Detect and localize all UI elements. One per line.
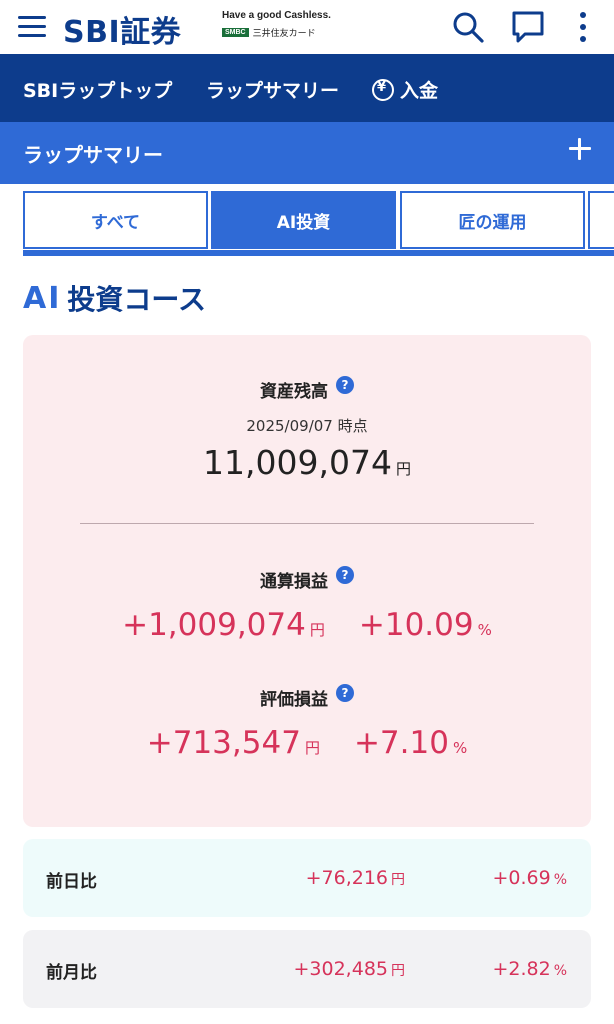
- smbc-logo: SMBC: [222, 28, 249, 37]
- valuation-pl-percent: +7.10: [353, 725, 449, 761]
- balance-unit: 円: [395, 460, 411, 478]
- valuation-pl-percent-unit: %: [452, 739, 468, 757]
- chat-icon[interactable]: [511, 10, 545, 44]
- menu-icon[interactable]: [18, 14, 46, 40]
- day-change-label: 前日比: [46, 872, 97, 892]
- balance-date: 2025/09/07 時点: [246, 417, 368, 435]
- cumulative-pl-label: 通算損益 ?: [260, 565, 354, 592]
- card-name: 三井住友カード: [252, 29, 316, 39]
- balance-amount: 11,009,074: [203, 443, 392, 482]
- month-change-percent-unit: %: [553, 963, 567, 979]
- month-change-label: 前月比: [46, 963, 97, 983]
- divider: [80, 523, 534, 524]
- month-change-unit: 円: [391, 963, 405, 979]
- summary-accordion-header[interactable]: ラップサマリー: [0, 122, 614, 184]
- cumulative-pl-percent: +10.09: [358, 607, 474, 643]
- tagline: Have a good Cashless.: [222, 10, 331, 21]
- summary-title: ラップサマリー: [23, 143, 163, 167]
- cumulative-pl-unit: 円: [309, 621, 325, 639]
- tab-more-partial[interactable]: [588, 191, 614, 249]
- balance-label: 資産残高 ?: [260, 375, 354, 402]
- cumulative-pl-amount: +1,009,074: [122, 607, 306, 643]
- nav-deposit[interactable]: 入金: [372, 76, 438, 103]
- valuation-pl-unit: 円: [304, 739, 320, 757]
- tab-takumi[interactable]: 匠の運用: [400, 191, 585, 249]
- month-change-amount: +302,485: [293, 958, 389, 980]
- tab-all[interactable]: すべて: [23, 191, 208, 249]
- cumulative-pl-percent-unit: %: [477, 621, 492, 639]
- top-navigation: SBIラップトップ ラップサマリー 入金: [0, 54, 614, 122]
- valuation-pl-label-text: 評価損益: [260, 690, 328, 710]
- cumulative-pl-label-text: 通算損益: [260, 572, 328, 592]
- tab-ai-investment[interactable]: AI投資: [211, 191, 396, 249]
- course-heading: AI 投資コース: [23, 278, 206, 318]
- nav-sbi-wrap-top[interactable]: SBIラップトップ: [23, 76, 172, 103]
- help-icon[interactable]: ?: [336, 565, 354, 584]
- day-change-percent-unit: %: [553, 872, 567, 888]
- day-change-unit: 円: [391, 872, 405, 888]
- balance-amount-row: 11,009,074 円: [23, 443, 591, 482]
- tab-underline: [23, 250, 614, 256]
- valuation-pl-row: +713,547 円 +7.10%: [23, 725, 591, 761]
- yen-coin-icon: [372, 78, 394, 101]
- balance-label-text: 資産残高: [260, 382, 328, 402]
- day-change-row: 前日比 +76,216 円 +0.69%: [23, 839, 591, 917]
- card-badge: SMBC 三井住友カード: [222, 26, 316, 39]
- nav-deposit-label: 入金: [400, 80, 439, 102]
- search-icon[interactable]: [451, 10, 485, 44]
- nav-wrap-summary[interactable]: ラップサマリー: [206, 76, 339, 103]
- course-tabs: すべて AI投資 匠の運用: [0, 191, 614, 257]
- valuation-pl-amount: +713,547: [146, 725, 301, 761]
- month-change-percent: +2.82: [492, 958, 551, 980]
- cumulative-pl-row: +1,009,074 円 +10.09%: [23, 607, 591, 643]
- expand-plus-icon[interactable]: [566, 135, 594, 163]
- month-change-row: 前月比 +302,485 円 +2.82%: [23, 930, 591, 1008]
- more-vertical-icon[interactable]: [566, 10, 596, 44]
- course-name: 投資コース: [67, 283, 206, 316]
- asset-summary-card: 資産残高 ? 2025/09/07 時点 11,009,074 円 通算損益 ? …: [23, 335, 591, 827]
- valuation-pl-label: 評価損益 ?: [260, 683, 354, 710]
- help-icon[interactable]: ?: [336, 683, 354, 702]
- day-change-percent: +0.69: [492, 867, 551, 889]
- sbi-logo[interactable]: SBI証券: [63, 7, 181, 51]
- day-change-amount: +76,216: [305, 867, 388, 889]
- app-header: SBI証券 Have a good Cashless. SMBC 三井住友カード: [0, 0, 614, 54]
- help-icon[interactable]: ?: [336, 375, 354, 394]
- ai-logo-mark: AI: [23, 280, 62, 316]
